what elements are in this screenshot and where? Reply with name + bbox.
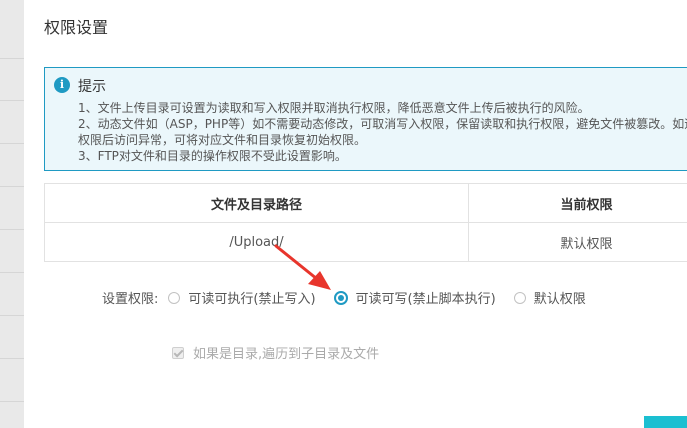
annotation-arrow-icon (274, 244, 331, 290)
